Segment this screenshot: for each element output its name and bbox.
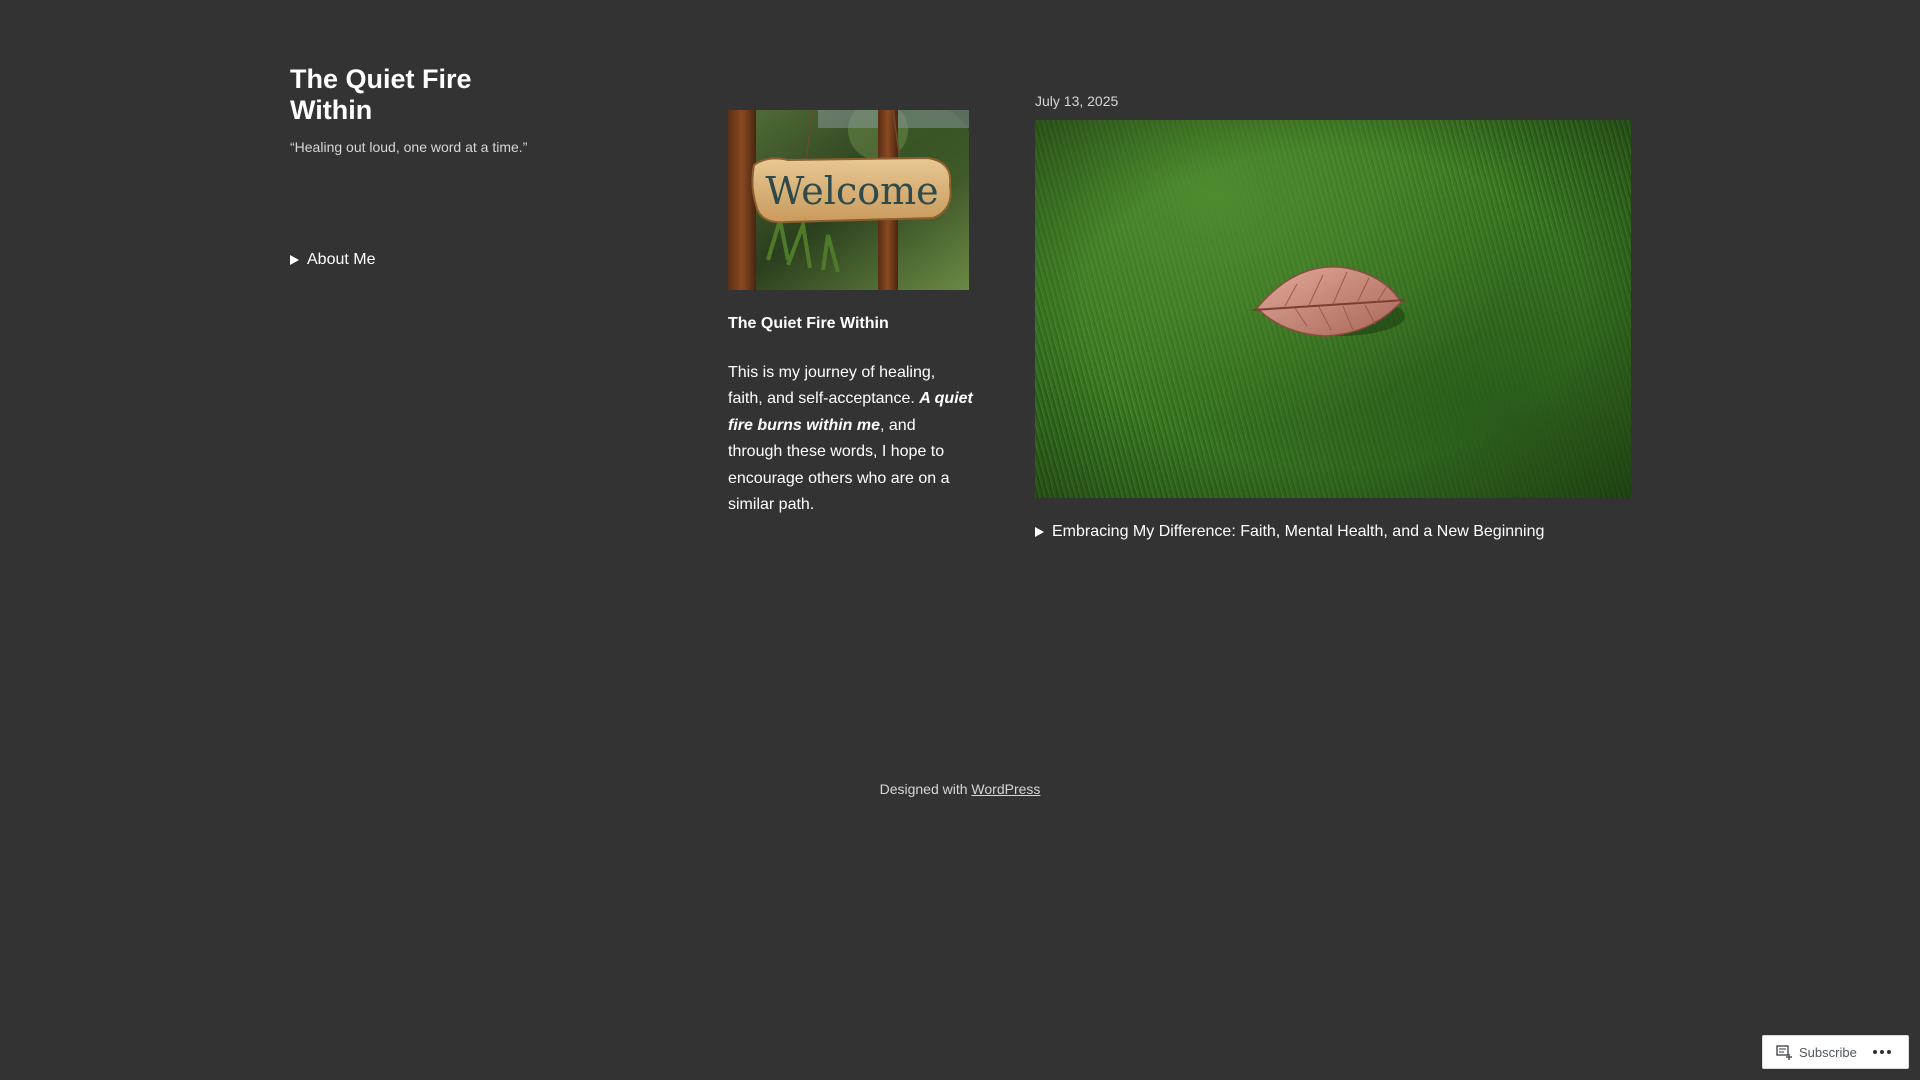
leaf-on-grass-illustration bbox=[1035, 120, 1631, 498]
welcome-sign-image: Welcome bbox=[728, 110, 969, 290]
subscribe-bar: Subscribe bbox=[1762, 1035, 1909, 1069]
welcome-sign-text: Welcome bbox=[765, 169, 938, 213]
welcome-sign-illustration: Welcome bbox=[728, 110, 969, 290]
more-options-button[interactable] bbox=[1865, 1036, 1899, 1068]
ellipsis-dot bbox=[1879, 1050, 1884, 1054]
disclosure-triangle-icon bbox=[1035, 527, 1044, 537]
subscribe-reader-icon bbox=[1776, 1044, 1792, 1060]
post-title-toggle[interactable]: Embracing My Difference: Faith, Mental H… bbox=[1035, 522, 1544, 542]
post-date: July 13, 2025 bbox=[1035, 93, 1119, 109]
subscribe-label: Subscribe bbox=[1799, 1044, 1857, 1060]
page: The Quiet Fire Within “Healing out loud,… bbox=[0, 0, 1920, 1080]
about-me-label: About Me bbox=[307, 251, 376, 268]
footer-prefix: Designed with bbox=[879, 781, 972, 797]
wordpress-link[interactable]: WordPress bbox=[971, 781, 1040, 797]
site-tagline: “Healing out loud, one word at a time.” bbox=[290, 139, 528, 155]
post-featured-image[interactable] bbox=[1035, 120, 1631, 498]
disclosure-triangle-icon bbox=[290, 255, 299, 265]
welcome-widget-title: The Quiet Fire Within bbox=[728, 315, 889, 332]
ellipsis-dot bbox=[1886, 1050, 1891, 1054]
subscribe-button[interactable]: Subscribe bbox=[1763, 1036, 1865, 1068]
ellipsis-icon bbox=[1872, 1050, 1877, 1054]
site-title[interactable]: The Quiet Fire Within bbox=[290, 64, 550, 126]
post-title: Embracing My Difference: Faith, Mental H… bbox=[1052, 523, 1545, 540]
welcome-widget-body: This is my journey of healing, faith, an… bbox=[728, 360, 973, 518]
welcome-body-intro: This is my journey of healing, faith, an… bbox=[728, 364, 936, 408]
about-me-toggle[interactable]: About Me bbox=[290, 250, 375, 270]
site-footer: Designed with WordPress bbox=[0, 780, 1920, 798]
